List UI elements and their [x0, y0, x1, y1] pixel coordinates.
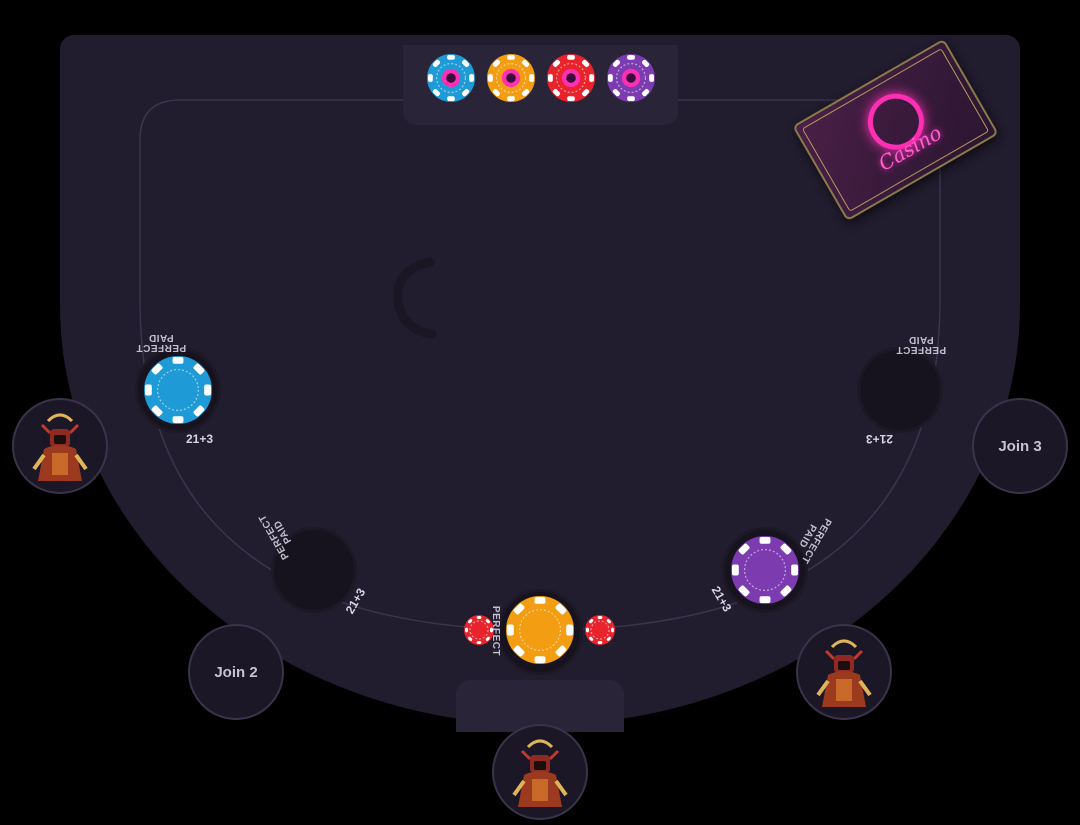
join-seat-label: Join 3	[998, 437, 1042, 455]
seat-left[interactable]	[12, 398, 108, 494]
seat-bottom-center[interactable]	[492, 724, 588, 820]
twentyone-plus-three-label: 21+3	[866, 432, 894, 446]
bet-chip-center[interactable]	[506, 596, 574, 664]
seat-lower-right[interactable]	[796, 624, 892, 720]
blackjack-scene: Casino PERFECT PAID 21+3 PERFECT PAID 21…	[0, 0, 1080, 825]
samurai-avatar-icon	[32, 413, 88, 481]
seat-join-2[interactable]: Join 2	[188, 624, 284, 720]
placed-bet-chips	[144, 356, 799, 664]
side-bet-chip-right[interactable]	[585, 615, 615, 645]
twentyone-plus-three-label: 21+3	[186, 432, 214, 446]
perfect-paid-label: PERFECT PAID	[136, 332, 187, 353]
samurai-avatar-icon	[816, 639, 872, 707]
bet-chip-left[interactable]	[144, 356, 212, 424]
samurai-avatar-icon	[512, 739, 568, 807]
bet-chip-lower-right[interactable]	[731, 536, 799, 604]
seat-join-3[interactable]: Join 3	[972, 398, 1068, 494]
perfect-label: PERFECT	[490, 605, 502, 657]
perfect-paid-label: PERFECT PAID	[896, 334, 947, 355]
join-seat-label: Join 2	[214, 663, 258, 681]
